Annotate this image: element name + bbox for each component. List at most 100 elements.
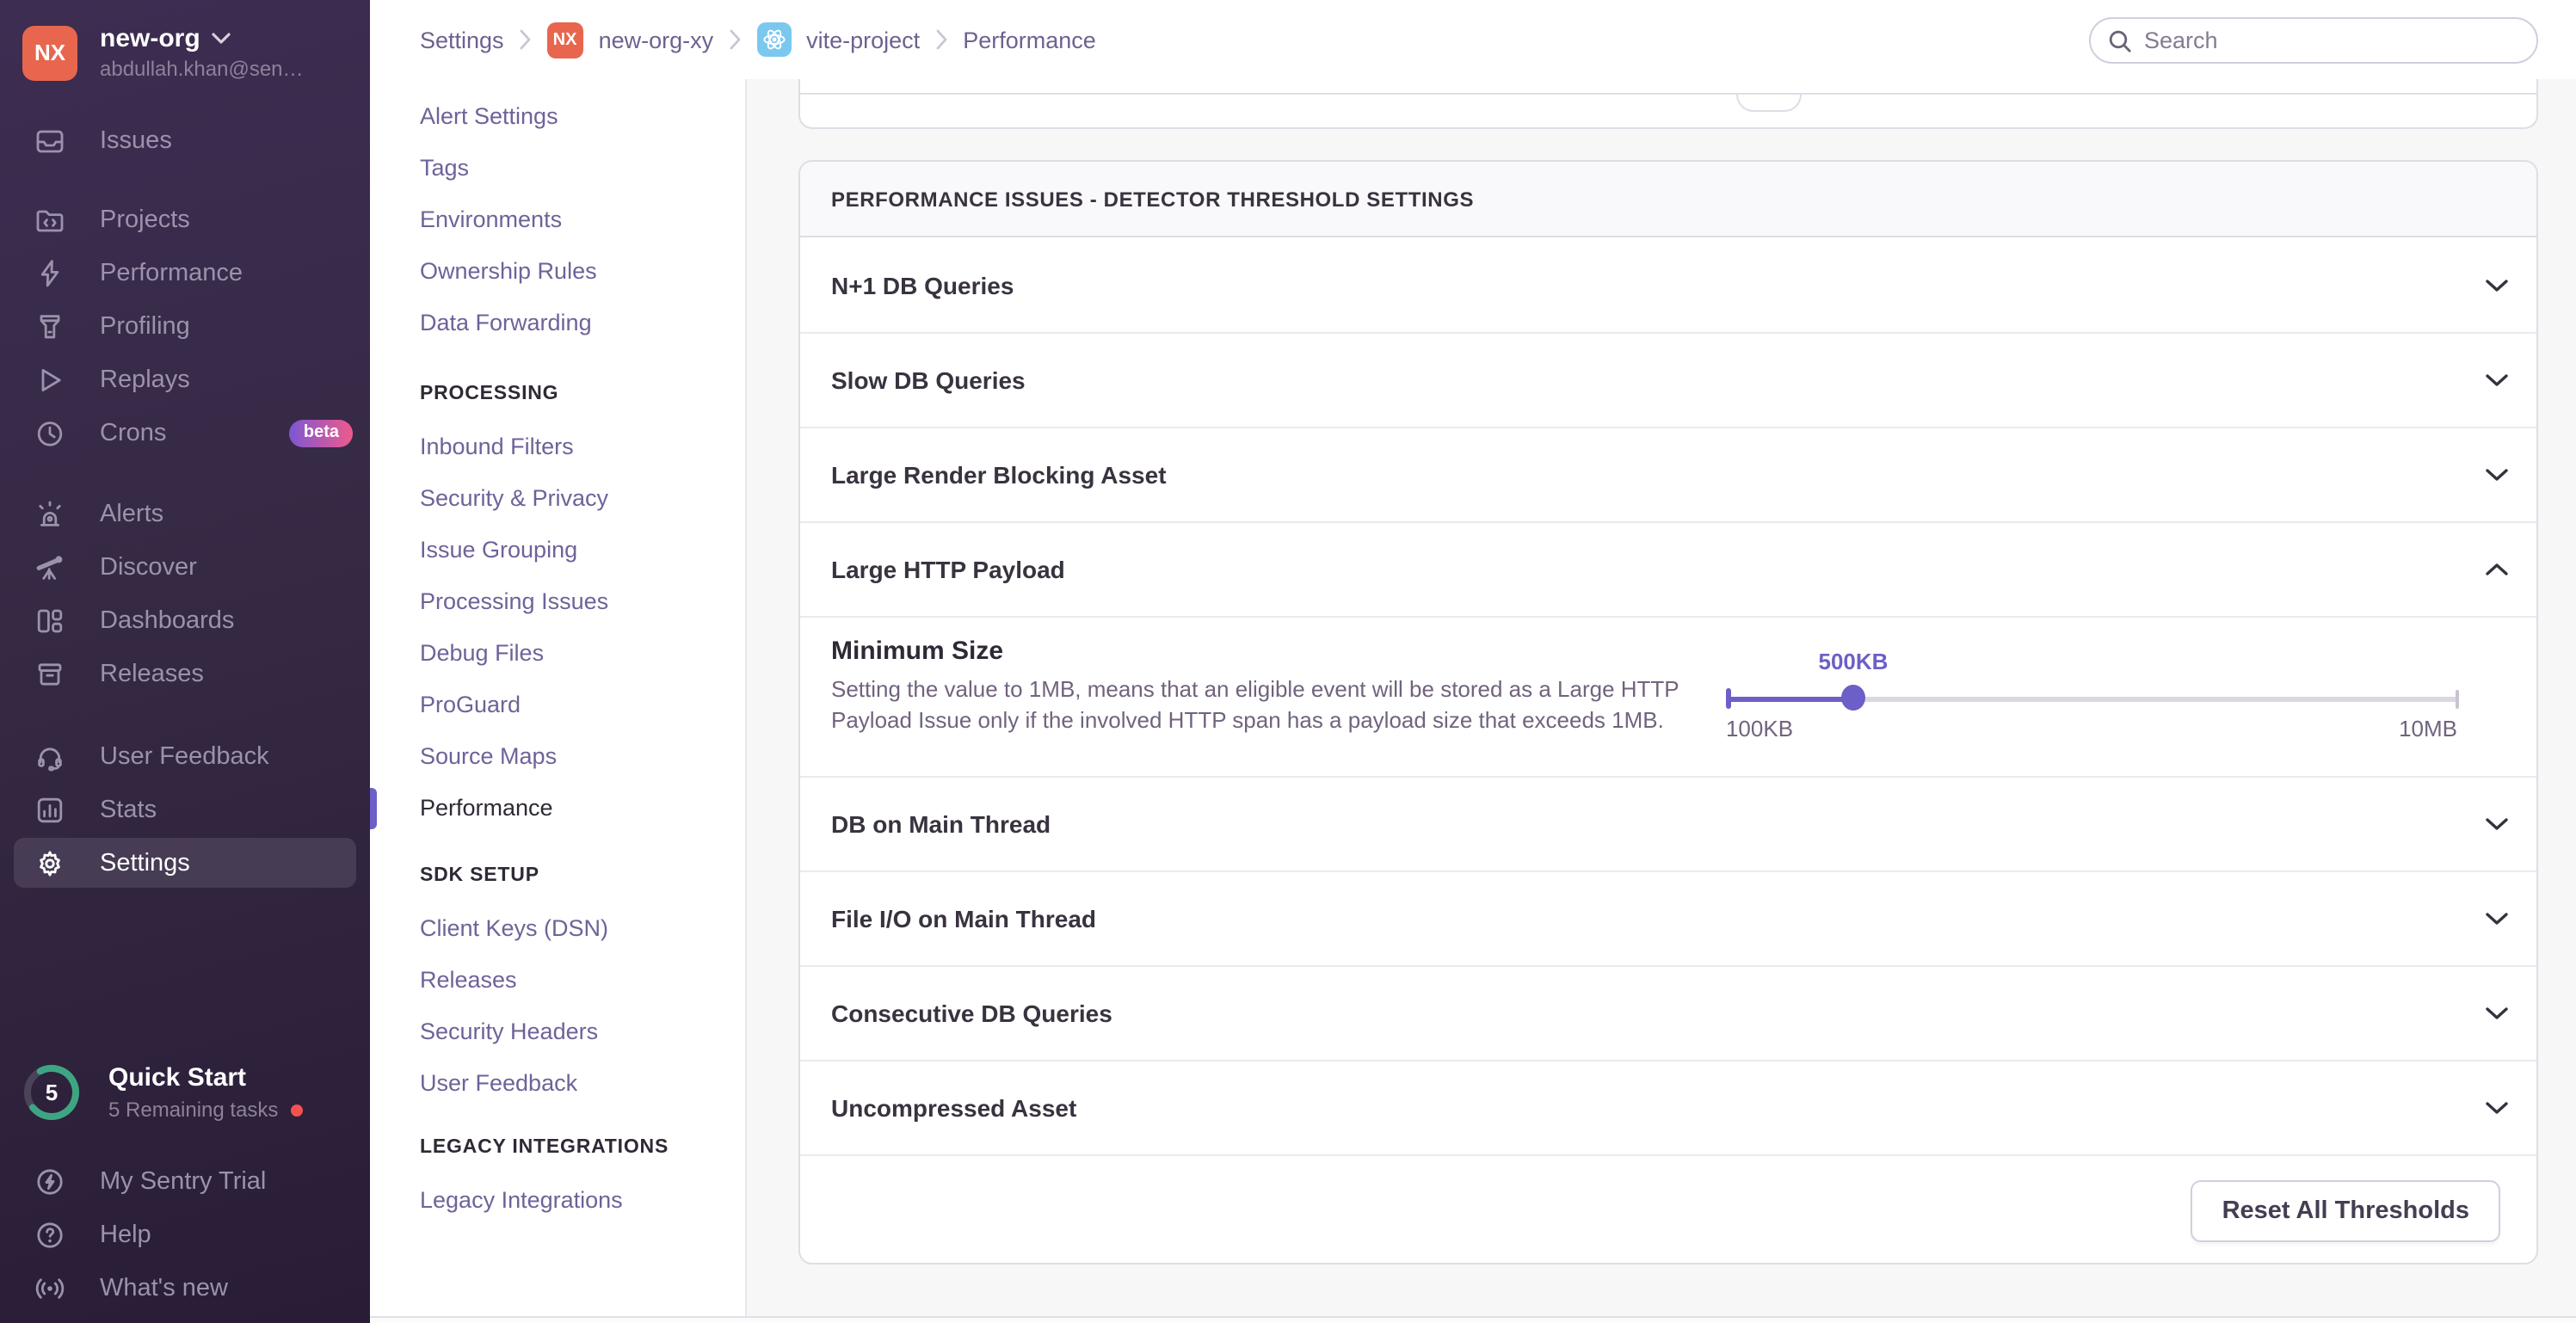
settings-nav-alert-settings[interactable]: Alert Settings — [420, 89, 735, 141]
chevron-down-icon — [2485, 278, 2509, 292]
breadcrumb-item-vite-project[interactable]: vite-project — [756, 22, 920, 57]
sidebar-item-settings[interactable]: Settings — [0, 836, 370, 889]
detector-row-label: Consecutive DB Queries — [831, 1000, 1112, 1027]
detector-row-label: DB on Main Thread — [831, 810, 1051, 838]
sidebar-item-label: Issues — [100, 126, 172, 154]
sidebar-item-help[interactable]: Help — [0, 1208, 370, 1261]
breadcrumb-item-performance[interactable]: Performance — [963, 27, 1096, 52]
chevron-down-icon — [213, 33, 231, 45]
sidebar-item-label: Settings — [100, 849, 190, 877]
detector-row-consecutive-db-queries[interactable]: Consecutive DB Queries — [800, 965, 2536, 1060]
sidebar-item-my-sentry-trial[interactable]: My Sentry Trial — [0, 1154, 370, 1208]
chevron-down-icon — [2485, 1101, 2509, 1115]
page-footer-edge — [370, 1316, 2576, 1323]
breadcrumb-item-settings[interactable]: Settings — [420, 27, 504, 52]
sidebar-item-projects[interactable]: Projects — [0, 193, 370, 246]
sidebar-item-label: Alerts — [100, 500, 163, 527]
alerts-icon — [34, 498, 65, 529]
detector-row-db-on-main-thread[interactable]: DB on Main Thread — [800, 776, 2536, 871]
org-meta: new-org abdullah.khan@sen… — [100, 24, 304, 81]
sidebar-item-stats[interactable]: Stats — [0, 783, 370, 836]
settings-nav-ownership-rules[interactable]: Ownership Rules — [420, 244, 735, 296]
sidebar-item-label: My Sentry Trial — [100, 1167, 266, 1195]
settings-nav-client-keys-dsn-[interactable]: Client Keys (DSN) — [420, 901, 735, 953]
app-root: NX new-org abdullah.khan@sen… Issues Pro… — [0, 0, 2576, 1323]
sidebar-item-label: Performance — [100, 259, 243, 286]
settings-icon — [34, 847, 65, 878]
quick-start-subtitle: 5 Remaining tasks — [108, 1098, 278, 1122]
settings-nav-proguard[interactable]: ProGuard — [420, 678, 735, 729]
settings-nav-data-forwarding[interactable]: Data Forwarding — [420, 296, 735, 348]
reset-all-thresholds-button[interactable]: Reset All Thresholds — [2191, 1180, 2500, 1242]
help-icon — [34, 1219, 65, 1250]
breadcrumb-label: vite-project — [806, 27, 920, 52]
detector-row-label: N+1 DB Queries — [831, 271, 1014, 298]
nav-section-header: SDK SETUP — [420, 850, 735, 901]
settings-nav-environments[interactable]: Environments — [420, 193, 735, 244]
detector-row-large-http-payload[interactable]: Large HTTP Payload — [800, 521, 2536, 616]
slider-value-label: 500KB — [1819, 649, 1889, 674]
sidebar-item-what-s-new[interactable]: What's new — [0, 1261, 370, 1314]
detector-row-label: File I/O on Main Thread — [831, 905, 1096, 932]
chevron-down-icon — [2485, 912, 2509, 926]
sidebar-item-dashboards[interactable]: Dashboards — [0, 594, 370, 647]
detector-row-large-render-blocking-asset[interactable]: Large Render Blocking Asset — [800, 427, 2536, 521]
quick-start-panel[interactable]: 5 Quick Start 5 Remaining tasks — [22, 1063, 302, 1122]
sidebar-item-label: User Feedback — [100, 742, 269, 770]
trial-icon — [34, 1166, 65, 1197]
sidebar-item-releases[interactable]: Releases — [0, 647, 370, 700]
replays-icon — [34, 364, 65, 395]
crons-icon — [34, 417, 65, 448]
stats-icon — [34, 794, 65, 825]
performance-icon — [34, 257, 65, 288]
sidebar-item-label: Projects — [100, 206, 190, 233]
settings-nav-legacy-integrations[interactable]: Legacy Integrations — [420, 1173, 735, 1225]
issues-icon — [34, 125, 65, 156]
detector-row-slow-db-queries[interactable]: Slow DB Queries — [800, 332, 2536, 427]
settings-nav-security-privacy[interactable]: Security & Privacy — [420, 471, 735, 523]
beta-badge: beta — [290, 419, 353, 446]
breadcrumb-item-new-org-xy[interactable]: NXnew-org-xy — [547, 22, 714, 58]
settings-nav-user-feedback[interactable]: User Feedback — [420, 1056, 735, 1108]
sidebar-item-alerts[interactable]: Alerts — [0, 487, 370, 540]
detector-row-n-1-db-queries[interactable]: N+1 DB Queries — [800, 237, 2536, 332]
settings-nav-issue-grouping[interactable]: Issue Grouping — [420, 523, 735, 575]
chevron-down-icon — [2485, 373, 2509, 387]
detector-detail-large-http-payload: Minimum Size Setting the value to 1MB, m… — [800, 616, 2536, 776]
settings-nav-security-headers[interactable]: Security Headers — [420, 1005, 735, 1056]
settings-nav-tags[interactable]: Tags — [420, 141, 735, 193]
settings-nav-source-maps[interactable]: Source Maps — [420, 729, 735, 781]
sidebar-item-profiling[interactable]: Profiling — [0, 299, 370, 353]
sidebar-item-replays[interactable]: Replays — [0, 353, 370, 406]
settings-nav-releases[interactable]: Releases — [420, 953, 735, 1005]
sidebar-item-user-feedback[interactable]: User Feedback — [0, 729, 370, 783]
sidebar-item-crons[interactable]: Cronsbeta — [0, 406, 370, 459]
breadcrumb-separator-icon — [520, 29, 532, 50]
sidebar-item-issues[interactable]: Issues — [0, 114, 370, 167]
sidebar-item-discover[interactable]: Discover — [0, 540, 370, 594]
collapse-notch-button[interactable] — [1736, 95, 1802, 112]
sidebar-item-label: Releases — [100, 660, 204, 687]
sidebar-item-performance[interactable]: Performance — [0, 246, 370, 299]
search-box[interactable] — [2089, 17, 2538, 64]
settings-nav-inbound-filters[interactable]: Inbound Filters — [420, 420, 735, 471]
detector-row-file-i-o-on-main-thread[interactable]: File I/O on Main Thread — [800, 871, 2536, 965]
breadcrumb-separator-icon — [935, 29, 947, 50]
settings-nav-column: Alert SettingsTagsEnvironmentsOwnership … — [370, 0, 747, 1323]
detector-row-label: Uncompressed Asset — [831, 1094, 1076, 1122]
search-icon — [2108, 28, 2132, 52]
slider-thumb[interactable] — [1841, 684, 1865, 710]
sidebar-nav: Issues Projects Performance Profiling Re… — [0, 114, 370, 889]
breadcrumb-label: Settings — [420, 27, 504, 52]
settings-nav-processing-issues[interactable]: Processing Issues — [420, 575, 735, 626]
detector-row-label: Slow DB Queries — [831, 366, 1026, 394]
sidebar-item-label: Dashboards — [100, 606, 234, 634]
detector-row-uncompressed-asset[interactable]: Uncompressed Asset — [800, 1060, 2536, 1154]
settings-nav-performance[interactable]: Performance — [420, 781, 735, 833]
settings-nav-debug-files[interactable]: Debug Files — [420, 626, 735, 678]
org-switcher[interactable]: NX new-org abdullah.khan@sen… — [0, 0, 370, 98]
search-input[interactable] — [2144, 28, 2519, 53]
sidebar-item-label: Discover — [100, 553, 197, 581]
panel-footer: Reset All Thresholds — [800, 1154, 2536, 1263]
svg-text:5: 5 — [46, 1080, 58, 1105]
